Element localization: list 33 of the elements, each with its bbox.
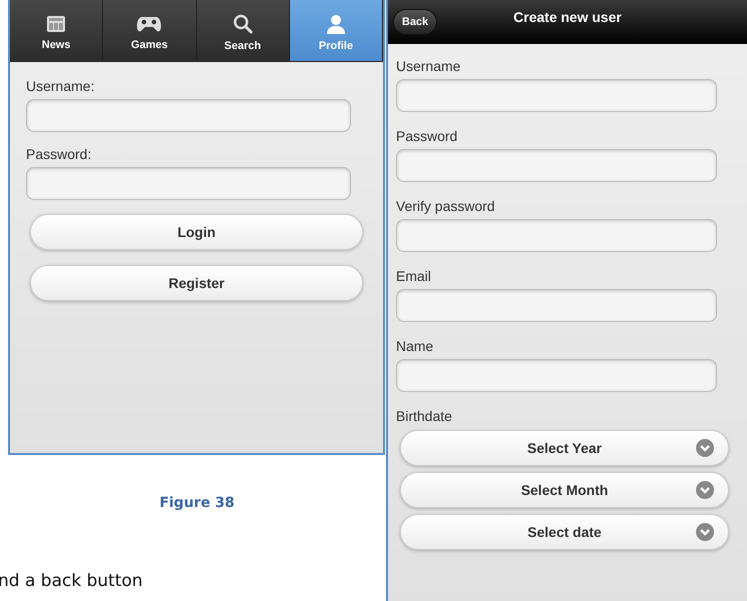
field-label: Name	[396, 338, 434, 354]
app-button[interactable]: Login	[30, 214, 363, 250]
input-field[interactable]	[396, 359, 717, 392]
input-field[interactable]	[396, 79, 717, 112]
select-menu[interactable]: Select date	[400, 514, 729, 550]
app-button[interactable]: Register	[30, 265, 363, 301]
tab[interactable]: Games	[103, 0, 196, 61]
search-icon	[232, 14, 253, 34]
chevron-down-icon	[696, 481, 714, 499]
field-label: Username	[396, 58, 462, 74]
gamepad-icon	[137, 14, 162, 32]
field-label: Birthdate	[396, 408, 454, 424]
select-menu[interactable]: Select Month	[400, 472, 729, 508]
tab[interactable]: Search	[196, 0, 290, 61]
newspaper-icon	[46, 14, 66, 32]
field-label: Username:	[26, 78, 96, 94]
person-icon	[326, 14, 346, 34]
field-label: Password:	[26, 146, 92, 162]
select-menu[interactable]: Select Year	[400, 430, 729, 466]
figure-caption: Figure 38	[158, 495, 236, 511]
field-label: Verify password	[396, 198, 496, 214]
input-field[interactable]	[26, 167, 351, 200]
back-button[interactable]: Back	[393, 9, 438, 35]
input-field[interactable]	[396, 149, 717, 182]
chevron-down-icon	[696, 523, 714, 541]
tab[interactable]: News	[10, 0, 104, 61]
input-field[interactable]	[396, 289, 717, 322]
input-field[interactable]	[26, 99, 351, 132]
chevron-down-icon	[696, 439, 714, 457]
input-field[interactable]	[396, 219, 717, 252]
screen-title: Create new user	[513, 9, 622, 25]
field-label: Email	[396, 268, 432, 284]
field-label: Password	[396, 128, 458, 144]
